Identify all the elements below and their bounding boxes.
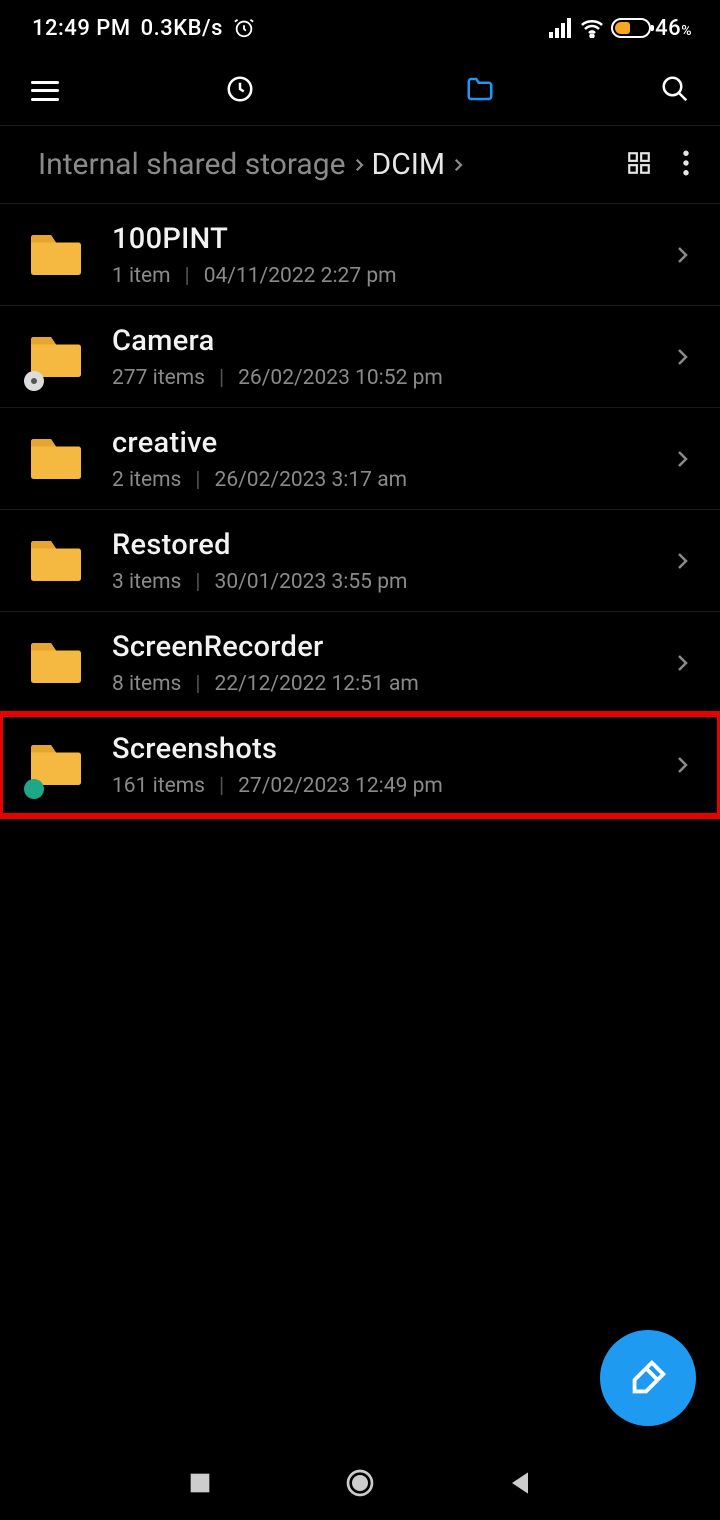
folder-date: 26/02/2023 3:17 am <box>215 468 408 492</box>
status-net-speed: 0.3KB/s <box>141 16 223 41</box>
folder-date: 26/02/2023 10:52 pm <box>238 366 443 390</box>
folder-name: Screenshots <box>112 732 670 766</box>
folder-name: Restored <box>112 528 670 562</box>
folder-item-count: 1 item <box>112 264 171 288</box>
folder-label: 100PINT 1 item | 04/11/2022 2:27 pm <box>112 222 670 288</box>
folder-meta: 1 item | 04/11/2022 2:27 pm <box>112 264 670 288</box>
breadcrumb-row: Internal shared storage DCIM <box>0 126 720 204</box>
nav-home-button[interactable] <box>344 1467 376 1503</box>
meta-separator: | <box>195 570 200 594</box>
folder-icon <box>26 429 86 489</box>
status-bar: 12:49 PM 0.3KB/s 46% <box>0 0 720 56</box>
folder-item-count: 161 items <box>112 774 205 798</box>
folder-name: creative <box>112 426 670 460</box>
folder-row[interactable]: creative 2 items | 26/02/2023 3:17 am <box>0 408 720 510</box>
search-button[interactable] <box>660 74 690 108</box>
chevron-right-icon <box>350 156 368 174</box>
breadcrumb-root[interactable]: Internal shared storage <box>38 147 346 182</box>
nav-back-button[interactable] <box>504 1467 536 1503</box>
android-nav-bar <box>0 1450 720 1520</box>
folder-item-count: 2 items <box>112 468 181 492</box>
chevron-right-icon <box>670 753 694 777</box>
folder-label: creative 2 items | 26/02/2023 3:17 am <box>112 426 670 492</box>
folder-meta: 161 items | 27/02/2023 12:49 pm <box>112 774 670 798</box>
chevron-right-icon <box>670 447 694 471</box>
folder-date: 22/12/2022 12:51 am <box>215 672 419 696</box>
app-tab-bar <box>0 56 720 126</box>
folder-item-count: 277 items <box>112 366 205 390</box>
folder-row[interactable]: Camera 277 items | 26/02/2023 10:52 pm <box>0 306 720 408</box>
folder-row[interactable]: ScreenRecorder 8 items | 22/12/2022 12:5… <box>0 612 720 714</box>
folder-row[interactable]: Screenshots 161 items | 27/02/2023 12:49… <box>0 714 720 816</box>
status-left: 12:49 PM 0.3KB/s <box>32 16 255 41</box>
status-right: 46% <box>549 16 692 41</box>
folder-label: Camera 277 items | 26/02/2023 10:52 pm <box>112 324 670 390</box>
meta-separator: | <box>219 366 224 390</box>
clean-fab[interactable] <box>600 1330 696 1426</box>
chevron-right-icon <box>670 651 694 675</box>
folder-name: Camera <box>112 324 670 358</box>
folder-item-count: 8 items <box>112 672 181 696</box>
folder-icon <box>26 633 86 693</box>
status-time: 12:49 PM <box>32 16 131 41</box>
folder-label: ScreenRecorder 8 items | 22/12/2022 12:5… <box>112 630 670 696</box>
chevron-right-icon <box>670 549 694 573</box>
folder-row[interactable]: 100PINT 1 item | 04/11/2022 2:27 pm <box>0 204 720 306</box>
breadcrumb[interactable]: Internal shared storage DCIM <box>38 147 626 182</box>
folder-label: Screenshots 161 items | 27/02/2023 12:49… <box>112 732 670 798</box>
meta-separator: | <box>219 774 224 798</box>
view-toggle-button[interactable] <box>626 150 652 180</box>
tab-recent[interactable] <box>225 74 255 108</box>
folder-icon <box>26 327 86 387</box>
folder-name: 100PINT <box>112 222 670 256</box>
chevron-right-icon <box>670 345 694 369</box>
menu-button[interactable] <box>31 81 59 101</box>
chevron-right-icon <box>670 243 694 267</box>
meta-separator: | <box>195 468 200 492</box>
folder-badge-icon <box>24 779 44 799</box>
signal-icon <box>549 18 573 38</box>
folder-date: 27/02/2023 12:49 pm <box>238 774 443 798</box>
folder-name: ScreenRecorder <box>112 630 670 664</box>
folder-meta: 3 items | 30/01/2023 3:55 pm <box>112 570 670 594</box>
folder-meta: 277 items | 26/02/2023 10:52 pm <box>112 366 670 390</box>
folder-icon <box>26 531 86 591</box>
wifi-icon <box>579 18 605 38</box>
folder-date: 30/01/2023 3:55 pm <box>215 570 408 594</box>
battery-icon <box>611 18 651 38</box>
folder-row[interactable]: Restored 3 items | 30/01/2023 3:55 pm <box>0 510 720 612</box>
folder-badge-icon <box>24 371 44 391</box>
meta-separator: | <box>195 672 200 696</box>
folder-label: Restored 3 items | 30/01/2023 3:55 pm <box>112 528 670 594</box>
chevron-right-icon <box>449 156 467 174</box>
folder-icon <box>26 225 86 285</box>
folder-date: 04/11/2022 2:27 pm <box>204 264 397 288</box>
folder-meta: 8 items | 22/12/2022 12:51 am <box>112 672 670 696</box>
tab-browse[interactable] <box>465 74 495 108</box>
meta-separator: | <box>185 264 190 288</box>
folder-item-count: 3 items <box>112 570 181 594</box>
nav-recents-button[interactable] <box>184 1467 216 1503</box>
folder-meta: 2 items | 26/02/2023 3:17 am <box>112 468 670 492</box>
folder-list: 100PINT 1 item | 04/11/2022 2:27 pm Came… <box>0 204 720 816</box>
alarm-icon <box>233 17 255 39</box>
more-options-button[interactable] <box>682 150 690 180</box>
battery-indicator: 46% <box>611 16 692 41</box>
folder-icon <box>26 735 86 795</box>
breadcrumb-current[interactable]: DCIM <box>372 147 446 182</box>
battery-percent: 46% <box>655 16 692 41</box>
